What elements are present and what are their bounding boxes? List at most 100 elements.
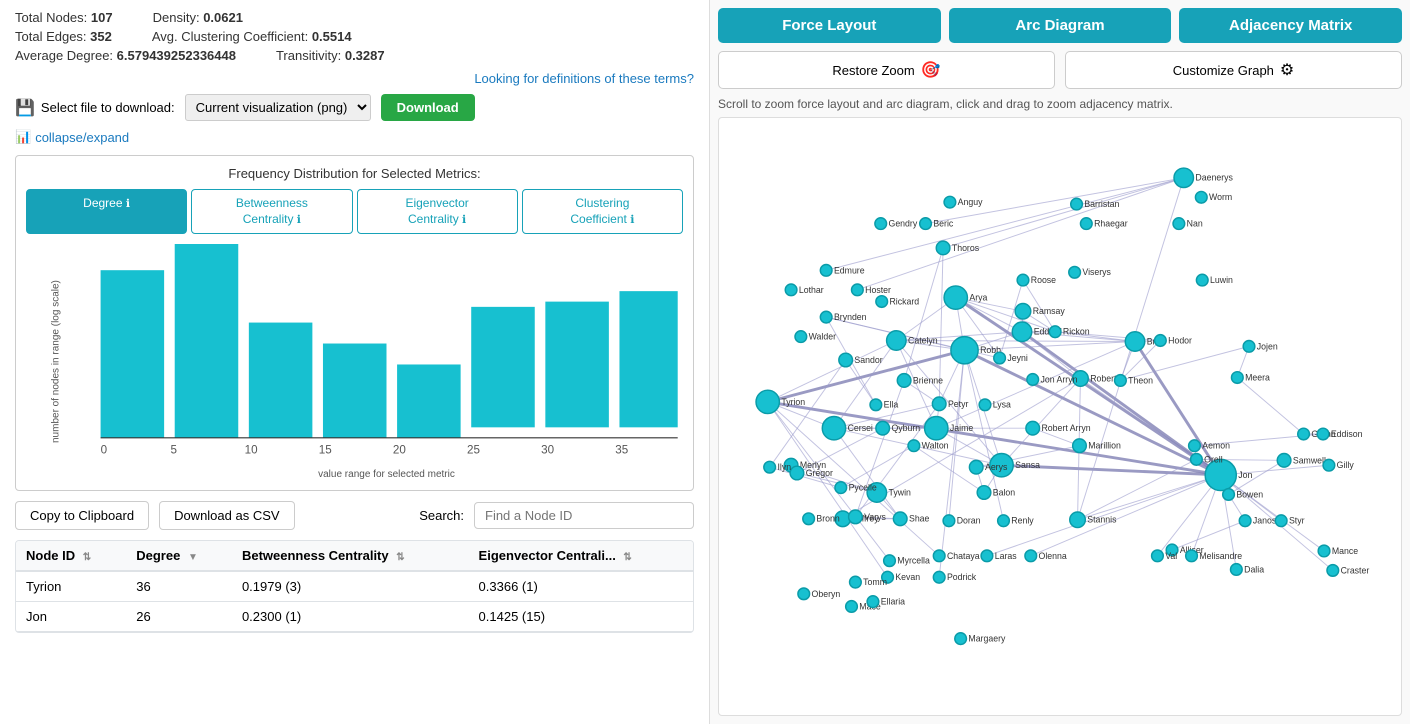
force-layout-button[interactable]: Force Layout [718, 8, 941, 43]
node-circle[interactable] [1243, 341, 1255, 353]
node-circle[interactable] [1173, 218, 1185, 230]
graph-node[interactable]: Daenerys [1174, 168, 1234, 187]
node-circle[interactable] [820, 311, 832, 323]
restore-zoom-button[interactable]: Restore Zoom 🎯 [718, 51, 1055, 89]
graph-node[interactable]: Shae [893, 512, 929, 526]
customize-graph-button[interactable]: Customize Graph ⚙ [1065, 51, 1402, 89]
arc-diagram-button[interactable]: Arc Diagram [949, 8, 1172, 43]
graph-node[interactable]: Hodor [1155, 335, 1193, 347]
graph-node[interactable]: Roose [1017, 274, 1056, 286]
graph-node[interactable]: Lysa [979, 399, 1011, 411]
node-circle[interactable] [785, 284, 797, 296]
node-circle[interactable] [870, 399, 882, 411]
node-circle[interactable] [835, 482, 847, 494]
node-circle[interactable] [1191, 454, 1203, 466]
node-circle[interactable] [795, 331, 807, 343]
tab-betweenness[interactable]: BetweennessCentrality ℹ [191, 189, 352, 234]
node-circle[interactable] [944, 196, 956, 208]
node-circle[interactable] [1049, 326, 1061, 338]
node-circle[interactable] [1071, 198, 1083, 210]
graph-node[interactable]: Walton [908, 440, 949, 452]
collapse-expand-link[interactable]: 📊 collapse/expand [15, 129, 694, 145]
node-circle[interactable] [852, 284, 864, 296]
node-circle[interactable] [790, 466, 804, 480]
node-circle[interactable] [943, 515, 955, 527]
node-circle[interactable] [846, 601, 858, 613]
graph-node[interactable]: Dalia [1231, 564, 1265, 576]
node-circle[interactable] [1196, 274, 1208, 286]
graph-node[interactable]: Pycelle [835, 482, 877, 494]
node-circle[interactable] [1277, 454, 1291, 468]
definitions-link[interactable]: Looking for definitions of these terms? [15, 71, 694, 86]
graph-node[interactable]: Val [1152, 550, 1178, 562]
node-circle[interactable] [1012, 322, 1031, 341]
graph-node[interactable]: Tomm [850, 576, 887, 588]
graph-node[interactable]: Balon [977, 486, 1015, 500]
graph-node[interactable]: Melisandre [1186, 550, 1243, 562]
graph-node[interactable]: Meera [1231, 372, 1270, 384]
node-circle[interactable] [994, 352, 1006, 364]
node-circle[interactable] [908, 440, 920, 452]
graph-node[interactable]: Doran [943, 515, 981, 527]
col-betweenness[interactable]: Betweenness Centrality ⇅ [232, 541, 469, 571]
graph-node[interactable]: Mance [1318, 545, 1358, 557]
download-button[interactable]: Download [381, 94, 475, 121]
graph-node[interactable]: Ilyn [764, 461, 791, 473]
node-circle[interactable] [1070, 512, 1086, 528]
graph-node[interactable]: Myrcella [884, 555, 930, 567]
graph-node[interactable]: Podrick [933, 571, 976, 583]
graph-node[interactable]: Gendry [875, 218, 918, 230]
graph-node[interactable]: Bowen [1223, 489, 1264, 501]
graph-node[interactable]: Viserys [1069, 266, 1112, 278]
graph-node[interactable]: Janos [1239, 515, 1277, 527]
node-circle[interactable] [820, 265, 832, 277]
clustering-info-icon[interactable]: ℹ [630, 214, 634, 226]
node-circle[interactable] [1298, 428, 1310, 440]
graph-container[interactable]: TyrionJonRobbAryaSansaCerseiJaimeCatelyn… [718, 117, 1402, 716]
graph-node[interactable]: Gilly [1323, 459, 1354, 471]
betweenness-info-icon[interactable]: ℹ [297, 214, 301, 226]
node-circle[interactable] [1231, 564, 1243, 576]
node-circle[interactable] [936, 241, 950, 255]
eigenvector-info-icon[interactable]: ℹ [462, 214, 466, 226]
node-circle[interactable] [969, 460, 983, 474]
node-circle[interactable] [1323, 459, 1335, 471]
graph-node[interactable]: Qyburn [876, 421, 920, 435]
tab-degree[interactable]: Degree ℹ [26, 189, 187, 234]
node-circle[interactable] [1155, 335, 1167, 347]
node-circle[interactable] [876, 296, 888, 308]
node-circle[interactable] [1015, 303, 1031, 319]
graph-node[interactable]: Aerys [969, 460, 1008, 474]
node-circle[interactable] [893, 512, 907, 526]
graph-node[interactable]: Brynden [820, 311, 866, 323]
node-circle[interactable] [884, 555, 896, 567]
node-circle[interactable] [850, 576, 862, 588]
graph-node[interactable]: Worm [1195, 191, 1232, 203]
graph-node[interactable]: Marillion [1073, 439, 1121, 453]
graph-node[interactable]: Rickard [876, 296, 919, 308]
graph-node[interactable]: Walder [795, 331, 836, 343]
graph-node[interactable]: Rickon [1049, 326, 1090, 338]
node-circle[interactable] [1195, 191, 1207, 203]
degree-info-icon[interactable]: ℹ [126, 198, 130, 210]
node-circle[interactable] [839, 353, 853, 367]
graph-node[interactable]: Kevan [882, 571, 921, 583]
node-circle[interactable] [1174, 168, 1193, 187]
node-circle[interactable] [1223, 489, 1235, 501]
graph-node[interactable]: Varys [849, 510, 887, 524]
node-circle[interactable] [1026, 421, 1040, 435]
graph-node[interactable]: Craster [1327, 565, 1369, 577]
download-csv-button[interactable]: Download as CSV [159, 501, 295, 530]
file-format-select[interactable]: Current visualization (png)Current visua… [185, 94, 371, 121]
graph-node[interactable]: Ellaria [867, 596, 905, 608]
graph-node[interactable]: Thoros [936, 241, 979, 255]
node-circle[interactable] [1239, 515, 1251, 527]
col-degree[interactable]: Degree ▼ [126, 541, 232, 571]
graph-node[interactable]: Ramsay [1015, 303, 1065, 319]
sort-icon-eigenvector[interactable]: ⇅ [623, 552, 631, 563]
graph-node[interactable]: Gregor [790, 466, 833, 480]
node-circle[interactable] [876, 421, 890, 435]
node-circle[interactable] [798, 588, 810, 600]
node-circle[interactable] [933, 550, 945, 562]
node-circle[interactable] [849, 510, 863, 524]
